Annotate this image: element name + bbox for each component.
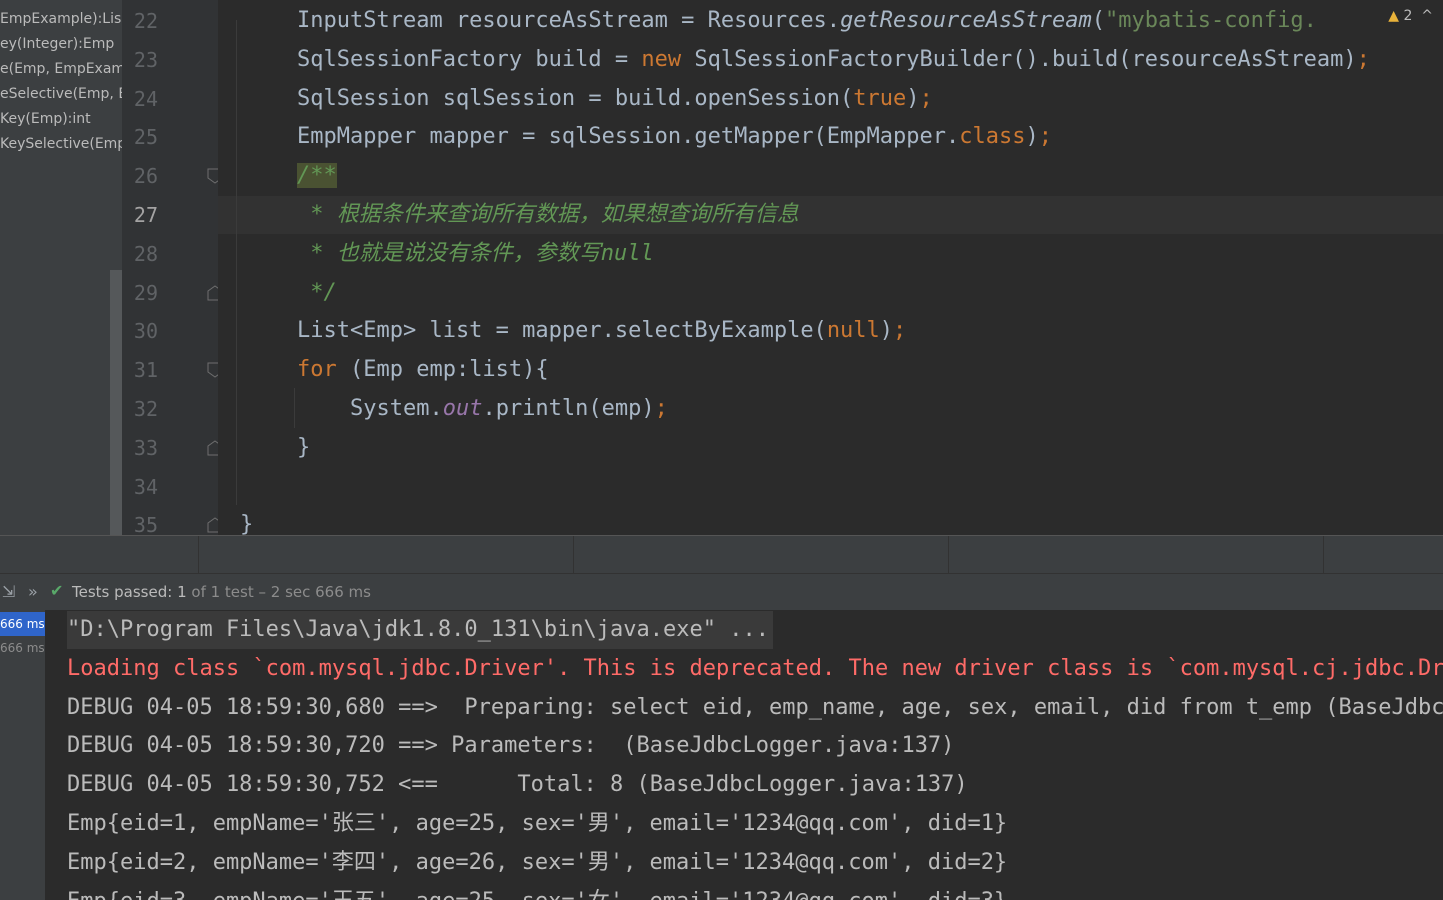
code-line: }: [240, 506, 253, 535]
code-token: null: [826, 318, 880, 344]
splitter-divider: [573, 536, 574, 574]
code-token: class: [959, 124, 1026, 150]
console-line: Emp{eid=2, empName='李四', age=26, sex='男'…: [67, 849, 1008, 875]
console-line: Emp{eid=1, empName='张三', age=25, sex='男'…: [67, 811, 1008, 836]
code-token: }: [297, 434, 311, 460]
code-line: SqlSessionFactory build = new SqlSession…: [297, 41, 1370, 79]
structure-item[interactable]: EmpExample):Lis: [0, 7, 121, 32]
status-count: 1: [177, 583, 187, 601]
warning-count: 2: [1403, 8, 1413, 24]
code-line: for (Emp emp:list){: [297, 351, 549, 389]
splitter-divider: [1323, 536, 1324, 574]
code-token: for: [297, 357, 350, 383]
structure-item[interactable]: ey(Integer):Emp: [0, 32, 114, 57]
code-token: ;: [1356, 46, 1370, 72]
code-token: */: [297, 279, 337, 305]
line-number: 34: [133, 474, 158, 499]
code-token: (Emp emp:list){: [349, 357, 549, 383]
structure-item[interactable]: e(Emp, EmpExamp: [0, 57, 122, 82]
code-line: System.out.println(emp);: [297, 390, 668, 428]
chevron-up-icon[interactable]: ^: [1417, 8, 1433, 24]
line-number: 23: [133, 47, 158, 72]
export-results-icon[interactable]: ⇲: [2, 582, 15, 601]
code-line: /**: [297, 157, 337, 195]
test-tree-row[interactable]: 666 ms: [0, 612, 45, 636]
structure-scrollbar[interactable]: [110, 270, 122, 535]
code-token: ;: [654, 396, 668, 421]
structure-panel: EmpExample):Lis ey(Integer):Emp e(Emp, Emp…: [0, 0, 122, 535]
console-line: DEBUG 04-05 18:59:30,680 ==> Preparing: …: [67, 694, 1443, 720]
code-token: true: [853, 85, 907, 111]
code-token: * 根据条件来查询所有数据，如果想查询所有信息: [297, 202, 799, 227]
code-token: ;: [893, 318, 907, 344]
code-token: System.: [297, 396, 443, 421]
splitter-divider: [948, 536, 949, 574]
code-line: InputStream resourceAsStream = Resources…: [297, 2, 1317, 40]
run-toolbar: ⇲ » ✔ Tests passed: 1 of 1 test – 2 sec …: [0, 573, 1443, 610]
code-token: EmpMapper mapper = sqlSession.getMapper(…: [297, 124, 960, 150]
status-passed-label: Tests passed:: [72, 583, 173, 601]
code-token: (: [1091, 8, 1105, 33]
line-number: 25: [133, 125, 158, 150]
code-token: ;: [919, 85, 933, 111]
code-token: ;: [1038, 124, 1052, 150]
code-line: */: [297, 274, 337, 312]
code-editor[interactable]: InputStream resourceAsStream = Resources…: [218, 0, 1443, 535]
code-token: .println(emp): [482, 396, 655, 421]
console-output[interactable]: "D:\Program Files\Java\jdk1.8.0_131\bin\…: [45, 610, 1443, 900]
code-token: new: [641, 46, 695, 72]
code-line: SqlSession sqlSession = build.openSessio…: [297, 80, 933, 118]
structure-item[interactable]: eSelective(Emp, E: [0, 82, 122, 107]
code-token: "mybatis-config.: [1104, 8, 1317, 33]
structure-item[interactable]: KeySelective(Emp: [0, 132, 122, 157]
line-number: 30: [133, 319, 158, 344]
code-token: SqlSession sqlSession = build.openSessio…: [297, 85, 854, 111]
test-tree-row[interactable]: 666 ms: [0, 636, 45, 660]
code-token: }: [240, 512, 254, 535]
test-status: Tests passed: 1 of 1 test – 2 sec 666 ms: [72, 583, 371, 601]
code-token: InputStream resourceAsStream = Resources…: [297, 8, 841, 33]
console-line: Loading class `com.mysql.jdbc.Driver'. T…: [67, 655, 1443, 681]
splitter-divider: [198, 536, 199, 574]
check-icon: ✔: [50, 581, 64, 600]
console-line: DEBUG 04-05 18:59:30,752 <== Total: 8 (B…: [67, 772, 968, 798]
console-line: Emp{eid=3, empName='王五', age=25, sex='女'…: [67, 883, 1007, 900]
structure-item[interactable]: Key(Emp):int: [0, 107, 91, 132]
warning-icon: ▲: [1388, 8, 1399, 24]
test-tree: 666 ms 666 ms: [0, 610, 45, 900]
line-number: 28: [133, 241, 158, 266]
code-line: EmpMapper mapper = sqlSession.getMapper(…: [297, 118, 1052, 156]
code-token: ): [879, 318, 894, 344]
more-actions-icon[interactable]: »: [28, 582, 38, 601]
code-token: ): [906, 85, 920, 111]
code-line: * 根据条件来查询所有数据，如果想查询所有信息: [297, 196, 799, 234]
code-token: ): [1025, 124, 1039, 150]
code-token: out: [442, 396, 483, 421]
indent-guide-inner: [294, 388, 295, 428]
line-number: 24: [133, 86, 158, 111]
line-number: 27: [133, 203, 158, 227]
line-number: 29: [133, 280, 158, 305]
line-number: 31: [133, 358, 158, 383]
line-number: 33: [133, 435, 158, 460]
code-line: List<Emp> list = mapper.selectByExample(…: [297, 312, 906, 350]
line-number: 22: [133, 9, 158, 33]
code-token: SqlSessionFactoryBuilder().build(resourc…: [694, 46, 1357, 72]
code-token: /**: [297, 163, 337, 189]
code-token: SqlSessionFactory build =: [297, 46, 642, 72]
code-token: getResourceAsStream: [840, 8, 1092, 33]
inspection-widget[interactable]: ▲ 2 ^: [1388, 8, 1433, 24]
console-line: "D:\Program Files\Java\jdk1.8.0_131\bin\…: [67, 611, 773, 649]
line-number: 32: [133, 397, 158, 421]
console-line: DEBUG 04-05 18:59:30,720 ==> Parameters:…: [67, 733, 955, 759]
line-number: 26: [133, 164, 158, 189]
tool-window-splitter[interactable]: [0, 535, 1443, 574]
indent-guide: [236, 20, 237, 505]
status-detail: of 1 test – 2 sec 666 ms: [191, 583, 371, 601]
code-line: * 也就是说没有条件，参数写null: [297, 235, 654, 273]
code-line: }: [297, 429, 310, 467]
code-token: * 也就是说没有条件，参数写null: [297, 240, 654, 266]
code-token: List<Emp> list = mapper.selectByExample(: [297, 318, 827, 344]
